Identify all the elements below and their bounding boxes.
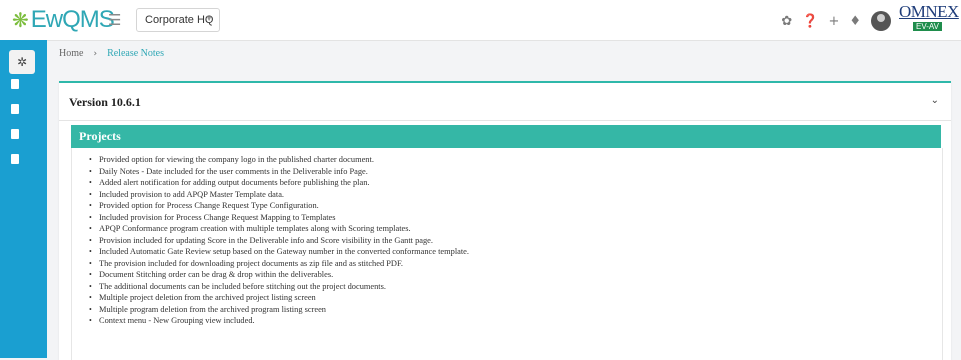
list-item: APQP Conformance program creation with m… (89, 223, 942, 235)
document-icon[interactable] (9, 78, 21, 90)
flower-logo-icon: ❋ (12, 8, 29, 32)
version-title: Version 10.6.1 (69, 95, 141, 109)
breadcrumb: Home › Release Notes (59, 48, 164, 59)
chevron-down-icon[interactable]: ⌄ (931, 95, 939, 106)
list-item: Document Stitching order can be drag & d… (89, 269, 942, 281)
gear-icon[interactable]: ✲ (9, 50, 35, 74)
section-body: Provided option for viewing the company … (71, 148, 943, 360)
breadcrumb-home[interactable]: Home (59, 48, 83, 59)
list-item: The provision included for downloading p… (89, 258, 942, 270)
list-item: Included Automatic Gate Review setup bas… (89, 246, 942, 258)
breadcrumb-separator: › (93, 48, 98, 59)
release-notes-list: Provided option for viewing the company … (72, 148, 942, 327)
partner-logo-text: OMNEX (899, 2, 959, 21)
document-icon[interactable] (9, 153, 21, 165)
section-header: Projects (71, 125, 941, 148)
release-notes-card: Version 10.6.1 ⌄ Projects Provided optio… (59, 81, 951, 360)
list-item: Daily Notes - Date included for the user… (89, 166, 942, 178)
document-icon[interactable] (9, 103, 21, 115)
list-item: Included provision for Process Change Re… (89, 212, 942, 224)
organization-select[interactable]: Corporate HQ ▼ (136, 8, 220, 32)
list-item: Context menu - New Grouping view include… (89, 315, 942, 327)
list-item: Included provision to add APQP Master Te… (89, 189, 942, 201)
list-item: Provided option for Process Change Reque… (89, 200, 942, 212)
version-header[interactable]: Version 10.6.1 ⌄ (59, 83, 951, 121)
list-item: Multiple project deletion from the archi… (89, 292, 942, 304)
partner-logo-tag: EV-AV (913, 22, 942, 31)
section-title: Projects (79, 129, 121, 143)
list-item: Added alert notification for adding outp… (89, 177, 942, 189)
header-icons: ✿ ❓ + ♦ (781, 11, 891, 31)
document-icon[interactable] (9, 128, 21, 140)
help-icon[interactable]: ❓ (802, 14, 818, 29)
notification-icon[interactable]: ♦ (849, 14, 861, 29)
left-sidebar: ✲ (0, 40, 47, 358)
list-item: Provision included for updating Score in… (89, 235, 942, 247)
menu-toggle-icon[interactable]: ☰ (108, 11, 121, 29)
app-logo[interactable]: ❋ EwQMS (12, 6, 115, 34)
user-avatar[interactable] (871, 11, 891, 31)
organization-select-value: Corporate HQ (145, 14, 214, 26)
list-item: Provided option for viewing the company … (89, 154, 942, 166)
add-icon[interactable]: + (828, 14, 839, 29)
partner-logo: OMNEX EV-AV (899, 2, 959, 36)
logo-text: EwQMS (30, 6, 115, 33)
list-item: Multiple program deletion from the archi… (89, 304, 942, 316)
list-item: The additional documents can be included… (89, 281, 942, 293)
breadcrumb-current[interactable]: Release Notes (107, 48, 164, 59)
top-header: ❋ EwQMS ☰ Corporate HQ ▼ ✿ ❓ + ♦ OMNEX E… (0, 0, 961, 41)
settings-icon[interactable]: ✿ (781, 14, 792, 29)
chevron-down-icon: ▼ (205, 14, 213, 23)
